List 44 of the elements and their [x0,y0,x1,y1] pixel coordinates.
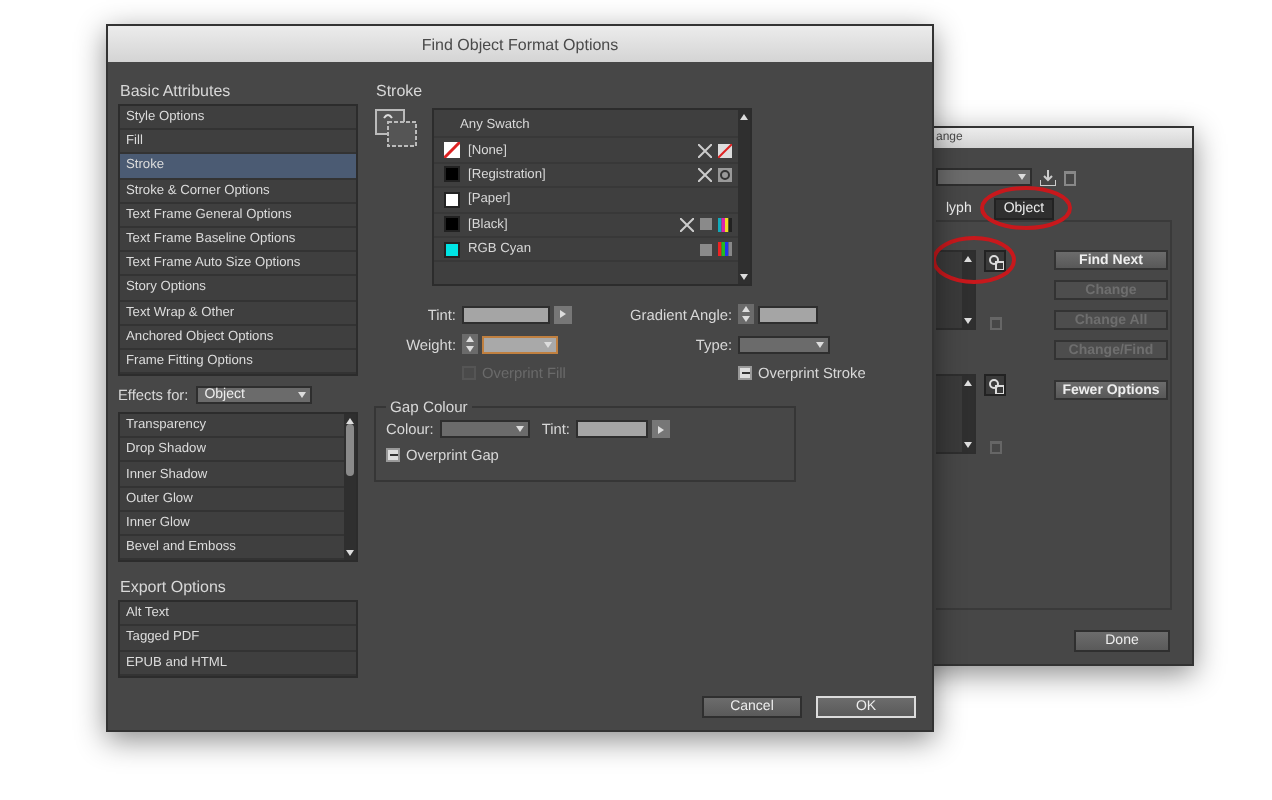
caret-icon [515,426,524,432]
section-heading: Basic Attributes [118,80,233,104]
checkbox[interactable] [738,366,752,380]
caret-icon [964,380,972,386]
weight-dropdown[interactable] [482,335,558,353]
stepper[interactable] [738,304,754,324]
search-icon [987,377,1003,393]
stepper[interactable] [462,334,478,354]
caret-icon [298,392,307,399]
caret-icon [1018,174,1026,180]
caret-icon [740,274,748,280]
arrow-button[interactable] [651,420,670,438]
window-title: Find Object Format Options [421,35,619,53]
mixed-swatch-icon [374,108,420,150]
caret-icon [740,114,748,120]
square-icon [700,243,712,256]
find-format-button[interactable] [984,250,1006,272]
caret-icon [816,341,824,347]
dropdown[interactable] [936,168,1032,186]
color-bars-icon [718,217,732,232]
caret-icon [346,550,354,557]
caret-icon [544,341,552,347]
color-bars-icon [718,242,732,257]
arrow-button[interactable] [554,305,572,323]
trash-icon[interactable] [1064,169,1076,185]
caret-icon [657,425,664,433]
find-format-button[interactable] [984,374,1006,396]
colour-dropdown[interactable] [439,420,530,438]
caret-icon [560,310,566,318]
section-heading: Export Options [118,576,228,601]
section-heading: Stroke [374,80,425,104]
tint-field[interactable] [462,305,550,323]
angle-field[interactable] [758,305,818,323]
caret-icon [964,442,972,448]
caret-icon [964,318,972,324]
tint-field[interactable] [575,420,648,438]
caret-icon [964,256,972,262]
save-icon[interactable] [1040,169,1056,185]
search-icon [987,253,1003,269]
square-icon [700,218,712,231]
no-color-icon [718,143,732,158]
checkbox[interactable] [386,448,400,462]
type-dropdown[interactable] [738,335,830,353]
target-icon [718,167,732,182]
